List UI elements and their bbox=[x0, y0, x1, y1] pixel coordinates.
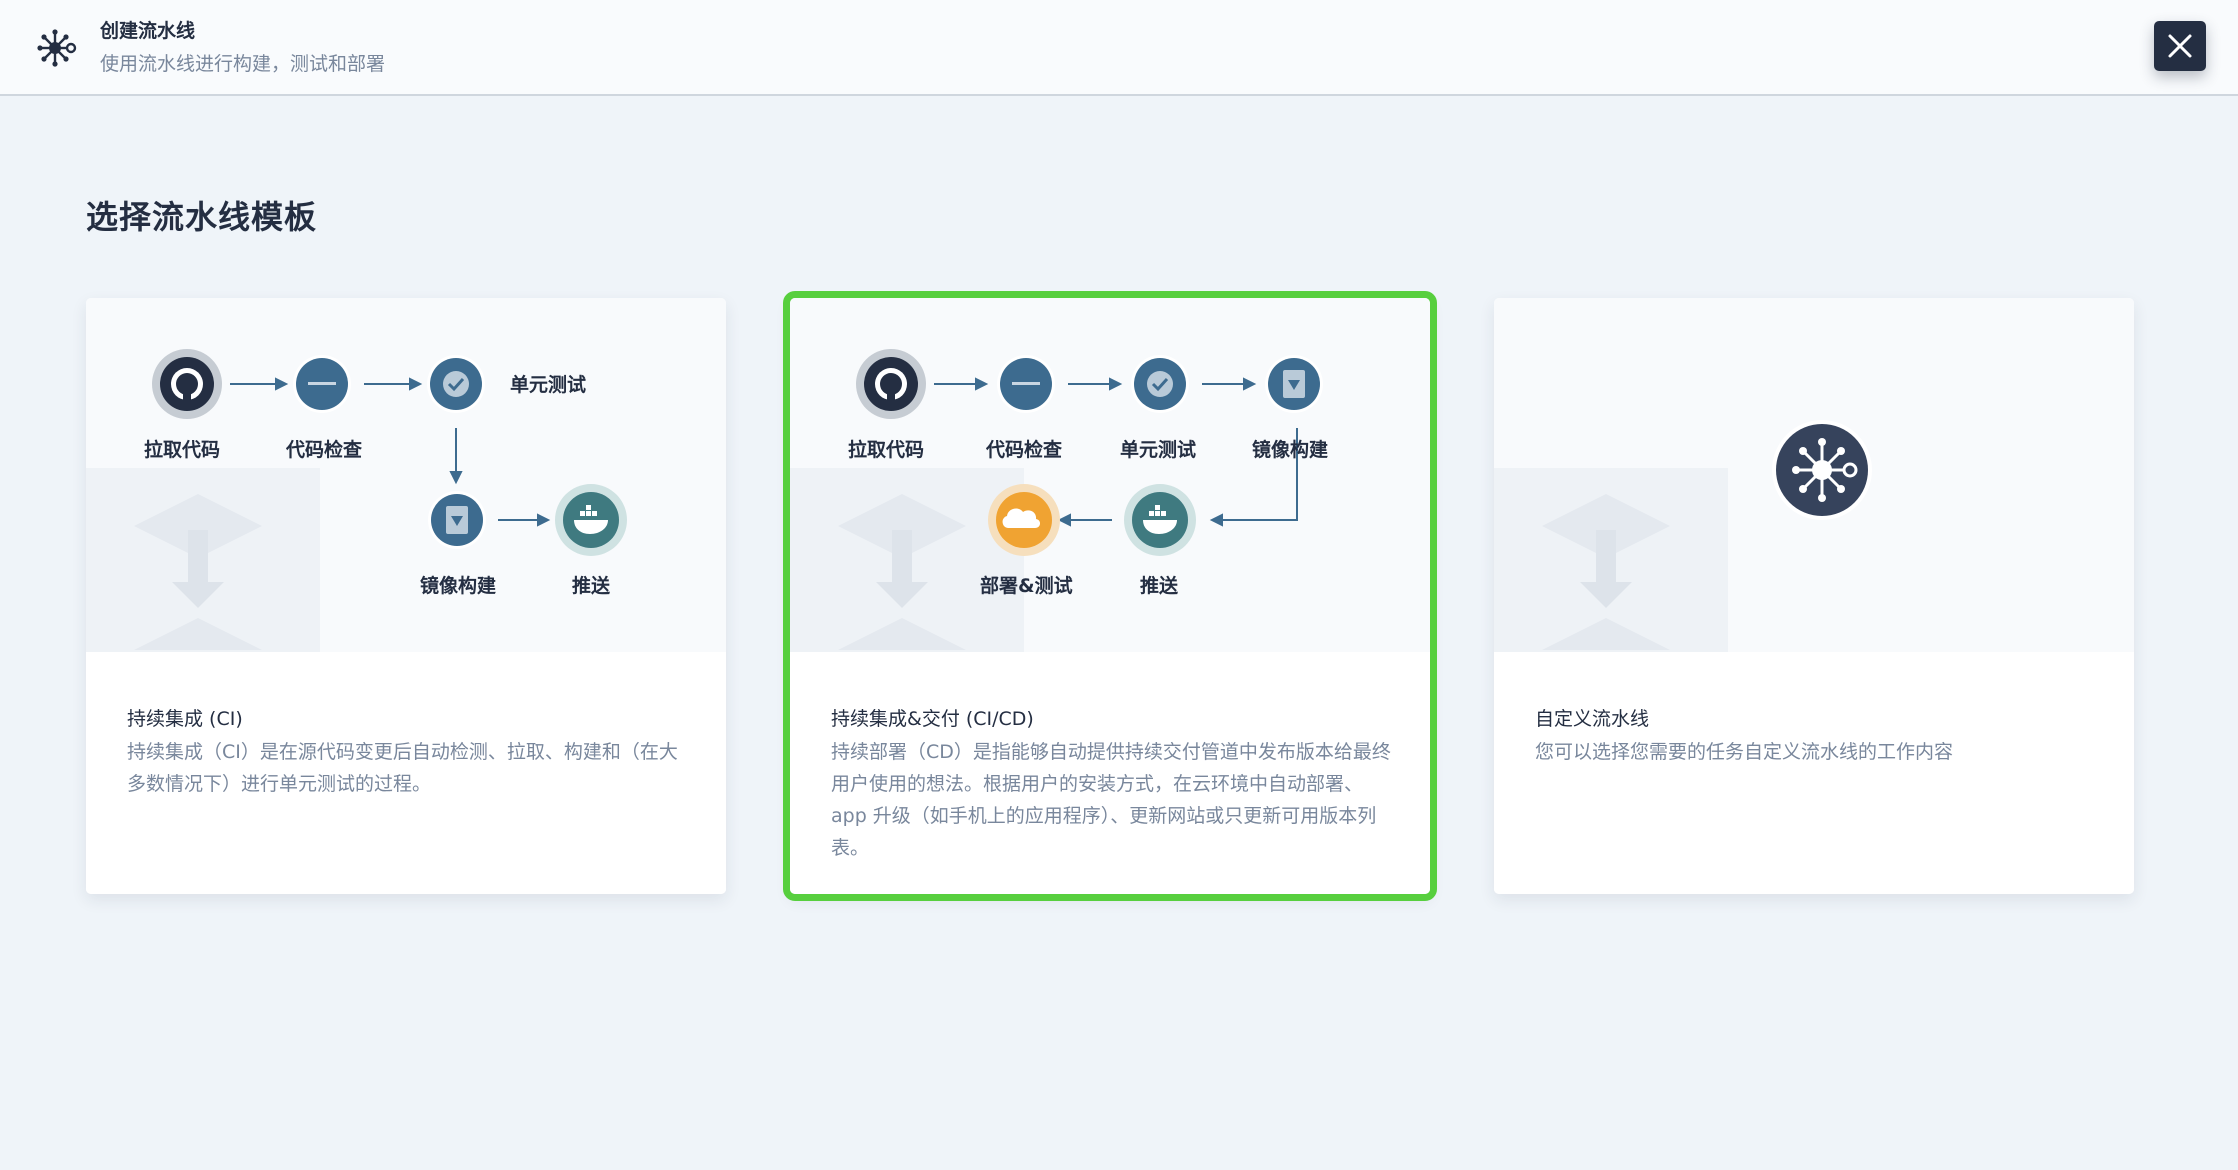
card-description: 您可以选择您需要的任务自定义流水线的工作内容 bbox=[1535, 741, 1954, 763]
card-illustration bbox=[1494, 298, 2134, 652]
dialog-subtitle: 使用流水线进行构建，测试和部署 bbox=[100, 53, 386, 75]
card-body: 持续集成&交付 (CI/CD) 持续部署（CD）是指能够自动提供持续交付管道中发… bbox=[790, 652, 1430, 894]
github-icon bbox=[856, 349, 926, 419]
close-button[interactable] bbox=[2154, 21, 2206, 71]
card-title: 持续集成 (CI) bbox=[127, 708, 243, 730]
step-label: 拉取代码 bbox=[144, 439, 221, 461]
close-icon bbox=[2168, 34, 2192, 58]
step-label: 拉取代码 bbox=[848, 439, 925, 461]
step-label: 代码检查 bbox=[986, 439, 1063, 461]
step-label: 单元测试 bbox=[510, 374, 587, 396]
sonarqube-icon bbox=[997, 355, 1055, 413]
section-title: 选择流水线模板 bbox=[86, 198, 318, 236]
check-icon bbox=[427, 355, 485, 413]
step-label: 部署&测试 bbox=[980, 575, 1073, 597]
cicd-flow-diagram bbox=[856, 349, 1323, 556]
custom-pipeline-icon bbox=[1772, 420, 1872, 520]
github-icon bbox=[152, 349, 222, 419]
step-label: 推送 bbox=[1140, 575, 1179, 597]
card-illustration: 拉取代码 代码检查 单元测试 镜像构建 推送 部署&测试 bbox=[790, 298, 1430, 652]
pipeline-icon bbox=[37, 29, 77, 67]
step-label: 单元测试 bbox=[1120, 439, 1197, 461]
template-card-ci[interactable]: 拉取代码 代码检查 单元测试 镜像构建 推送 持续集成 (CI) 持续集成（CI… bbox=[86, 298, 726, 894]
card-illustration: 拉取代码 代码检查 单元测试 镜像构建 推送 bbox=[86, 298, 726, 652]
card-title: 自定义流水线 bbox=[1535, 708, 1650, 730]
card-body: 自定义流水线 您可以选择您需要的任务自定义流水线的工作内容 bbox=[1494, 652, 2134, 894]
check-icon bbox=[1131, 355, 1189, 413]
image-build-icon bbox=[1265, 355, 1323, 413]
step-label: 推送 bbox=[572, 575, 611, 597]
cloud-icon bbox=[988, 484, 1060, 556]
template-card-custom[interactable]: 自定义流水线 您可以选择您需要的任务自定义流水线的工作内容 bbox=[1494, 298, 2134, 894]
docker-icon bbox=[1124, 484, 1196, 556]
step-label: 镜像构建 bbox=[420, 575, 497, 597]
image-build-icon bbox=[428, 491, 486, 549]
docker-icon bbox=[555, 484, 627, 556]
sonarqube-icon bbox=[293, 355, 351, 413]
dialog-header: 创建流水线 使用流水线进行构建，测试和部署 bbox=[0, 0, 2238, 96]
card-description: 持续集成（CI）是在源代码变更后自动检测、拉取、构建和（在大多数情况下）进行单元… bbox=[127, 741, 678, 795]
dialog-title: 创建流水线 bbox=[100, 20, 196, 42]
card-title: 持续集成&交付 (CI/CD) bbox=[831, 708, 1034, 730]
template-card-cicd[interactable]: 拉取代码 代码检查 单元测试 镜像构建 推送 部署&测试 持续集成&交付 (CI… bbox=[783, 291, 1437, 901]
ci-flow-diagram bbox=[152, 349, 627, 556]
step-label: 代码检查 bbox=[286, 439, 363, 461]
step-label: 镜像构建 bbox=[1252, 439, 1329, 461]
card-description: 持续部署（CD）是指能够自动提供持续交付管道中发布版本给最终用户使用的想法。根据… bbox=[831, 741, 1391, 859]
card-body: 持续集成 (CI) 持续集成（CI）是在源代码变更后自动检测、拉取、构建和（在大… bbox=[86, 652, 726, 894]
